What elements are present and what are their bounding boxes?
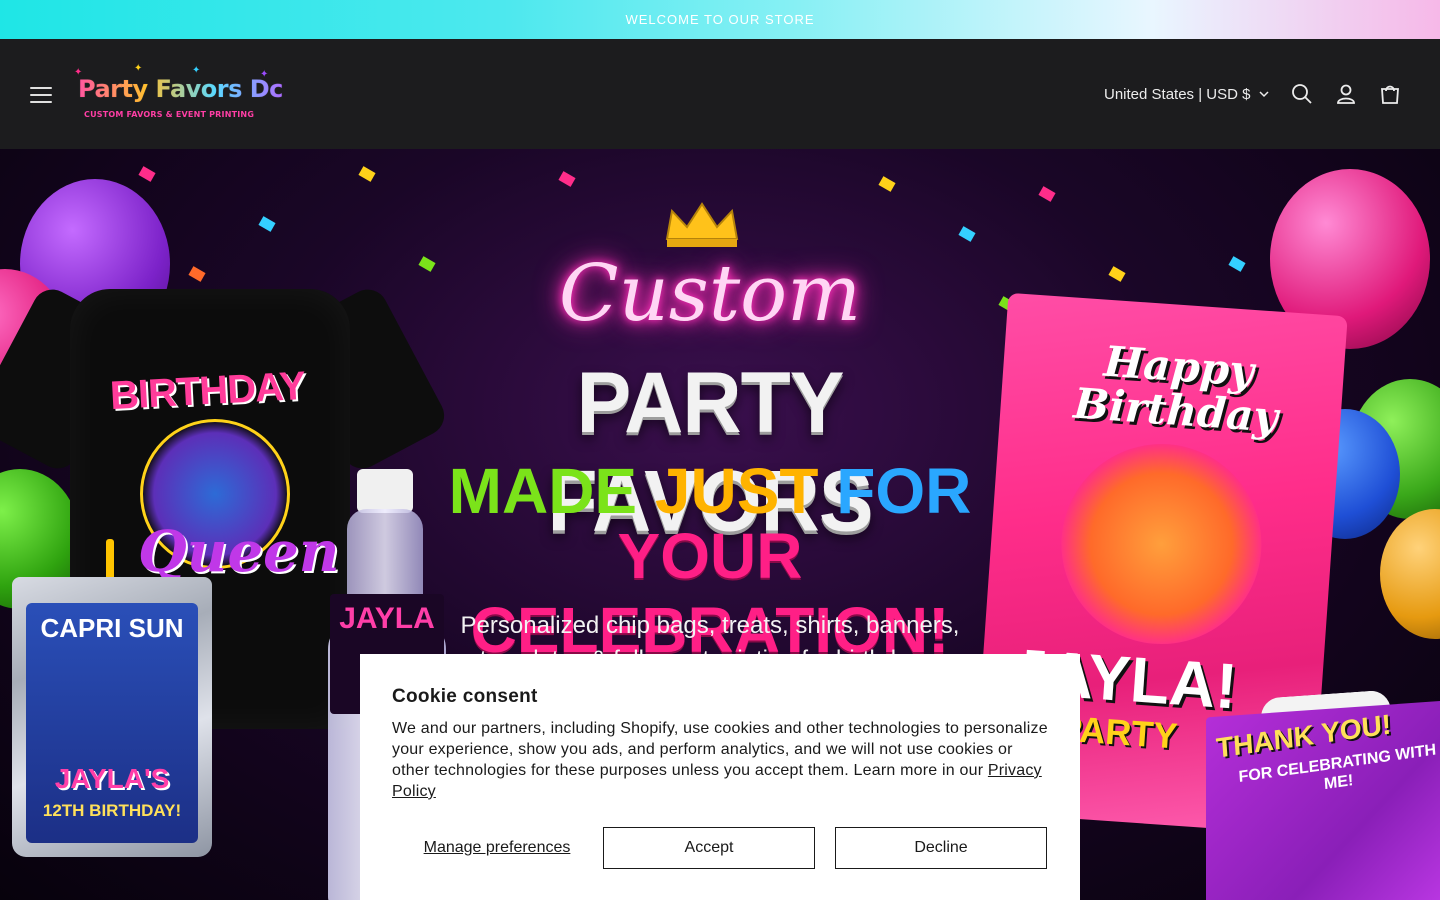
logo-tagline: CUSTOM FAVORS & EVENT PRINTING — [84, 110, 255, 119]
pouch-subtitle-text: 12TH BIRTHDAY! — [42, 801, 182, 820]
cookie-body: We and our partners, including Shopify, … — [392, 718, 1048, 802]
hero-word-just: JUST — [654, 455, 819, 527]
cart-icon[interactable] — [1375, 79, 1405, 109]
hero-word-for: FOR — [836, 455, 972, 527]
decline-button[interactable]: Decline — [835, 827, 1047, 869]
accept-button[interactable]: Accept — [603, 827, 815, 869]
crown-icon — [665, 202, 739, 247]
chevron-down-icon — [1259, 91, 1269, 98]
account-icon[interactable] — [1331, 79, 1361, 109]
chip-happy-birthday-text: Happy Birthday — [1072, 336, 1280, 442]
pouch-brand-text: CAPRI SUN — [40, 613, 184, 643]
hero-script-text: Custom — [558, 249, 862, 339]
country-label: United States | USD $ — [1104, 85, 1251, 103]
bottle-cap — [357, 469, 413, 513]
announcement-bar: WELCOME TO OUR STORE — [0, 0, 1440, 39]
menu-icon[interactable] — [28, 82, 54, 106]
cookie-title: Cookie consent — [392, 686, 538, 707]
cookie-consent-banner: Cookie consent We and our partners, incl… — [360, 654, 1080, 900]
country-currency-selector[interactable]: United States | USD $ — [1104, 83, 1270, 105]
manage-preferences-button[interactable]: Manage preferences — [392, 827, 602, 869]
shirt-queen-text: Queen — [138, 519, 340, 585]
store-logo[interactable]: ✦ ✦ ✦ ✦ Party Favors Dc CUSTOM FAVORS & … — [74, 63, 283, 125]
hero-subtitle: MADE JUST FOR — [430, 454, 990, 528]
search-icon[interactable] — [1287, 79, 1317, 109]
cookie-body-text: We and our partners, including Shopify, … — [392, 720, 1048, 779]
gift-box-mockup: THANK YOU! FOR CELEBRATING WITH ME! — [1206, 700, 1440, 900]
logo-wordmark: Party Favors Dc — [78, 75, 283, 103]
cookie-actions: Manage preferences Accept Decline — [392, 827, 1048, 869]
announcement-text: WELCOME TO OUR STORE — [625, 12, 815, 27]
pouch-name-text: JAYLA'S — [54, 763, 170, 794]
bottle-name-text: JAYLA — [339, 602, 435, 635]
juice-pouch-mockup: CAPRI SUN JAYLA'S 12TH BIRTHDAY! — [12, 577, 212, 857]
site-header: ✦ ✦ ✦ ✦ Party Favors Dc CUSTOM FAVORS & … — [0, 39, 1440, 149]
hero-word-made: MADE — [448, 455, 638, 527]
